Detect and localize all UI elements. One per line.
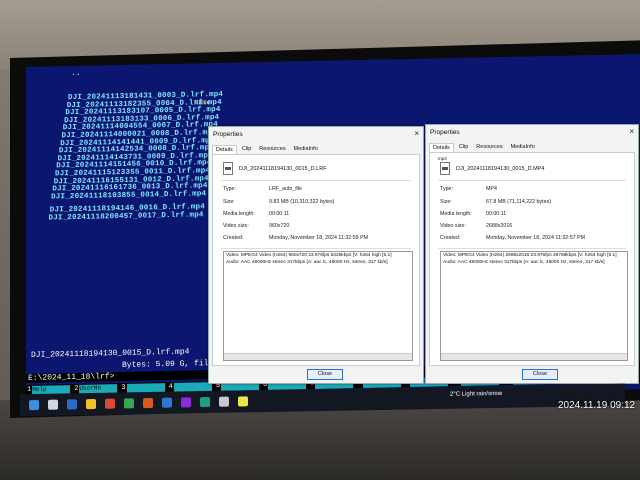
tab-bar: Details Clip Resources MediaInfo	[212, 145, 323, 154]
edge-icon[interactable]	[162, 397, 172, 408]
media-info-box[interactable]: Video: MPEG4 Video (H264) 2688x2016 23.9…	[440, 251, 628, 361]
file-name: DJI_20241118194130_0015_D.LRF	[239, 166, 327, 172]
video-info-line: Video: MPEG4 Video (H264) 2688x2016 23.9…	[443, 253, 617, 258]
prop-size-value: 9.83 MB (10,310,322 bytes)	[269, 199, 335, 205]
prop-created-label: Created:	[440, 235, 461, 241]
photo-scene: .. Name DJI_20241113181431_0003_D.lrf.mp…	[0, 0, 640, 480]
audio-info-line: Audio: AAC 48000Hz stereo 317kbps [A: aa…	[226, 260, 388, 265]
prop-length-value: 00:00:11	[486, 211, 507, 217]
prop-type-value: LRF_auto_file	[269, 186, 302, 192]
prop-size-label: Size:	[223, 199, 235, 205]
close-button[interactable]: Close	[522, 369, 558, 380]
tab-clip[interactable]: Clip	[239, 145, 254, 154]
properties-window-lrf: Properties × Details Clip Resources Medi…	[208, 126, 424, 384]
prop-length-label: Media length:	[440, 211, 472, 217]
tab-clip[interactable]: Clip	[456, 143, 471, 152]
far-selected-file: DJI_20241118194130_0015_D.lrf.mp4	[31, 347, 190, 360]
folder-icon[interactable]	[86, 398, 96, 410]
audio-info-line: Audio: AAC 48000Hz stereo 317kbps [A: aa…	[443, 260, 605, 265]
firefox-icon[interactable]	[143, 397, 153, 409]
details-panel: DJI_20241118194130_0015_D.LRF Type: LRF_…	[212, 154, 420, 366]
close-icon[interactable]: ×	[414, 129, 419, 138]
details-panel: mp4 DJI_20241118194130_0015_D.MP4 Type: …	[429, 152, 635, 366]
app-icon[interactable]	[219, 396, 229, 407]
tab-details[interactable]: Details	[429, 143, 454, 152]
divider	[438, 248, 626, 249]
taskview-icon[interactable]	[67, 399, 77, 410]
properties-window-mp4: Properties × Details Clip Resources Medi…	[425, 124, 639, 384]
horizontal-scrollbar[interactable]	[441, 353, 627, 360]
file-name: DJI_20241118194130_0015_D.MP4	[456, 166, 545, 172]
far-parent-dir[interactable]: ..	[71, 69, 81, 78]
file-icon	[223, 162, 233, 175]
media-info-box[interactable]: Video: MPEG4 Video (H264) 960x720 23.976…	[223, 251, 413, 361]
prop-type-label: Type:	[440, 186, 453, 192]
prop-videosize-label: Video size:	[223, 223, 249, 229]
tab-mediainfo[interactable]: MediaInfo	[291, 145, 321, 154]
chrome-icon[interactable]	[105, 398, 115, 409]
prop-length-label: Media length:	[223, 211, 255, 217]
camera-timestamp: 2024.11.19 09:12	[558, 400, 636, 411]
tab-details[interactable]: Details	[212, 145, 237, 154]
prop-type-label: Type:	[223, 186, 236, 192]
prop-type-value: MP4	[486, 186, 497, 192]
prop-videosize-label: Video size:	[440, 223, 466, 229]
close-icon[interactable]: ×	[629, 127, 634, 136]
prop-created-value: Monday, November 18, 2024 11:32:57 PM	[486, 235, 586, 241]
tab-mediainfo[interactable]: MediaInfo	[508, 143, 538, 152]
tab-resources[interactable]: Resources	[256, 145, 288, 154]
divider	[221, 180, 411, 181]
app-icon[interactable]	[124, 398, 134, 409]
start-icon[interactable]	[29, 399, 39, 411]
prop-size-label: Size:	[440, 199, 452, 205]
divider	[438, 180, 626, 181]
mp4-icon-label: mp4	[438, 156, 447, 161]
close-button[interactable]: Close	[307, 369, 343, 380]
prop-videosize-value: 2688x2016	[486, 223, 513, 229]
prop-videosize-value: 960x720	[269, 223, 290, 229]
search-icon[interactable]	[48, 399, 58, 410]
horizontal-scrollbar[interactable]	[224, 353, 412, 360]
far-manager-icon[interactable]	[238, 396, 248, 407]
prop-created-label: Created:	[223, 235, 244, 241]
window-title: Properties	[430, 129, 460, 136]
prop-size-value: 67.8 MB (71,114,222 bytes)	[486, 199, 551, 205]
divider	[221, 248, 411, 249]
prop-length-value: 00:00:11	[269, 211, 290, 217]
prop-created-value: Monday, November 18, 2024 11:32:59 PM	[269, 235, 369, 241]
tab-resources[interactable]: Resources	[473, 143, 505, 152]
window-title: Properties	[213, 131, 243, 138]
video-file-icon	[440, 162, 450, 175]
weather-widget[interactable]: 2°C Light rain/snow	[450, 391, 502, 398]
app-icon[interactable]	[181, 397, 191, 408]
tab-bar: Details Clip Resources MediaInfo	[429, 143, 540, 152]
video-info-line: Video: MPEG4 Video (H264) 960x720 23.976…	[226, 253, 392, 258]
far-fkey-label	[173, 381, 212, 392]
app-icon[interactable]	[200, 396, 210, 408]
